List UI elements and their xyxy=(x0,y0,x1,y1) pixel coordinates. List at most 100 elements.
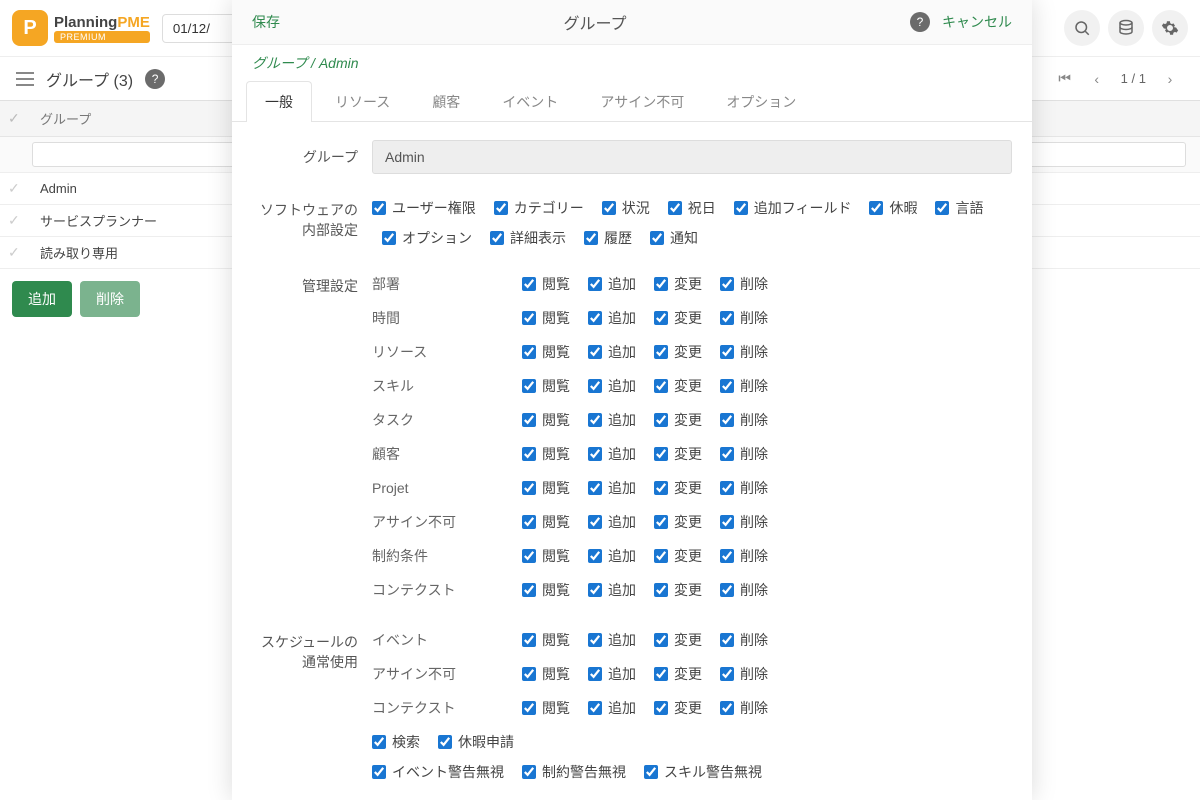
perm-checkbox[interactable]: 追加 xyxy=(588,342,636,362)
search-icon[interactable] xyxy=(1064,10,1100,46)
perm-checkbox[interactable]: 変更 xyxy=(654,698,702,718)
checkbox-item[interactable]: ユーザー権限 xyxy=(372,198,476,218)
database-icon[interactable] xyxy=(1108,10,1144,46)
perm-checkbox[interactable]: 変更 xyxy=(654,342,702,362)
checkbox[interactable] xyxy=(654,379,668,393)
perm-checkbox[interactable]: 閲覧 xyxy=(522,376,570,396)
menu-icon[interactable] xyxy=(16,72,34,86)
checkbox[interactable] xyxy=(588,379,602,393)
perm-checkbox[interactable]: 閲覧 xyxy=(522,664,570,684)
perm-checkbox[interactable]: 変更 xyxy=(654,546,702,566)
checkbox-item[interactable]: 状況 xyxy=(602,198,650,218)
perm-checkbox[interactable]: 削除 xyxy=(720,308,768,328)
perm-checkbox[interactable]: 閲覧 xyxy=(522,630,570,650)
perm-checkbox[interactable]: 追加 xyxy=(588,376,636,396)
perm-checkbox[interactable]: 閲覧 xyxy=(522,698,570,718)
checkbox-item[interactable]: 言語 xyxy=(935,198,983,218)
perm-checkbox[interactable]: 変更 xyxy=(654,478,702,498)
perm-checkbox[interactable]: 閲覧 xyxy=(522,512,570,532)
perm-checkbox[interactable]: 変更 xyxy=(654,410,702,430)
perm-checkbox[interactable]: 閲覧 xyxy=(522,342,570,362)
checkbox[interactable] xyxy=(720,633,734,647)
perm-checkbox[interactable]: 削除 xyxy=(720,664,768,684)
checkbox[interactable] xyxy=(522,667,536,681)
checkbox-item[interactable]: 履歴 xyxy=(584,228,632,248)
checkbox[interactable] xyxy=(588,701,602,715)
check-all-icon[interactable]: ✓ xyxy=(8,110,32,127)
modal-help-icon[interactable]: ? xyxy=(910,12,930,32)
checkbox[interactable] xyxy=(720,311,734,325)
checkbox[interactable] xyxy=(522,379,536,393)
perm-checkbox[interactable]: 変更 xyxy=(654,630,702,650)
perm-checkbox[interactable]: 変更 xyxy=(654,444,702,464)
checkbox[interactable] xyxy=(494,201,508,215)
checkbox[interactable] xyxy=(654,447,668,461)
perm-checkbox[interactable]: 削除 xyxy=(720,342,768,362)
tab-0[interactable]: 一般 xyxy=(246,81,312,122)
checkbox[interactable] xyxy=(654,633,668,647)
perm-checkbox[interactable]: 変更 xyxy=(654,580,702,600)
perm-checkbox[interactable]: 閲覧 xyxy=(522,580,570,600)
tab-2[interactable]: 顧客 xyxy=(413,81,479,122)
tab-1[interactable]: リソース xyxy=(316,81,409,122)
checkbox[interactable] xyxy=(654,481,668,495)
checkbox[interactable] xyxy=(588,549,602,563)
add-button[interactable]: 追加 xyxy=(12,281,72,317)
save-button[interactable]: 保存 xyxy=(252,12,280,32)
checkbox[interactable] xyxy=(935,201,949,215)
checkbox[interactable] xyxy=(654,701,668,715)
checkbox[interactable] xyxy=(668,201,682,215)
checkbox[interactable] xyxy=(522,481,536,495)
perm-checkbox[interactable]: 閲覧 xyxy=(522,410,570,430)
perm-checkbox[interactable]: 削除 xyxy=(720,580,768,600)
gear-icon[interactable] xyxy=(1152,10,1188,46)
checkbox[interactable] xyxy=(654,277,668,291)
page-first-icon[interactable]: ⏮ xyxy=(1051,65,1079,93)
checkbox[interactable] xyxy=(720,549,734,563)
checkbox[interactable] xyxy=(654,311,668,325)
checkbox[interactable] xyxy=(720,701,734,715)
perm-checkbox[interactable]: 追加 xyxy=(588,546,636,566)
perm-checkbox[interactable]: 追加 xyxy=(588,274,636,294)
checkbox[interactable] xyxy=(522,583,536,597)
checkbox[interactable] xyxy=(522,345,536,359)
checkbox-item[interactable]: オプション xyxy=(382,228,472,248)
page-next-icon[interactable]: › xyxy=(1156,65,1184,93)
perm-checkbox[interactable]: 閲覧 xyxy=(522,478,570,498)
check-icon[interactable]: ✓ xyxy=(8,212,32,229)
tab-3[interactable]: イベント xyxy=(483,81,577,122)
checkbox[interactable] xyxy=(654,667,668,681)
perm-checkbox[interactable]: 変更 xyxy=(654,664,702,684)
checkbox[interactable] xyxy=(382,231,396,245)
checkbox[interactable] xyxy=(372,765,386,779)
page-prev-icon[interactable]: ‹ xyxy=(1083,65,1111,93)
checkbox-item[interactable]: 追加フィールド xyxy=(734,198,852,218)
checkbox[interactable] xyxy=(522,549,536,563)
checkbox[interactable] xyxy=(588,277,602,291)
checkbox[interactable] xyxy=(522,701,536,715)
checkbox[interactable] xyxy=(650,231,664,245)
perm-checkbox[interactable]: 削除 xyxy=(720,444,768,464)
checkbox[interactable] xyxy=(588,583,602,597)
checkbox[interactable] xyxy=(522,515,536,529)
checkbox[interactable] xyxy=(588,633,602,647)
perm-checkbox[interactable]: 追加 xyxy=(588,512,636,532)
checkbox[interactable] xyxy=(654,413,668,427)
checkbox[interactable] xyxy=(720,583,734,597)
checkbox[interactable] xyxy=(522,633,536,647)
checkbox[interactable] xyxy=(720,379,734,393)
checkbox[interactable] xyxy=(588,481,602,495)
checkbox[interactable] xyxy=(522,447,536,461)
checkbox[interactable] xyxy=(584,231,598,245)
perm-checkbox[interactable]: 変更 xyxy=(654,308,702,328)
perm-checkbox[interactable]: 閲覧 xyxy=(522,274,570,294)
checkbox[interactable] xyxy=(522,413,536,427)
perm-checkbox[interactable]: 削除 xyxy=(720,376,768,396)
check-icon[interactable]: ✓ xyxy=(8,244,32,261)
checkbox[interactable] xyxy=(588,515,602,529)
perm-checkbox[interactable]: 削除 xyxy=(720,478,768,498)
checkbox[interactable] xyxy=(720,345,734,359)
perm-checkbox[interactable]: 追加 xyxy=(588,664,636,684)
perm-checkbox[interactable]: 追加 xyxy=(588,580,636,600)
checkbox[interactable] xyxy=(522,765,536,779)
